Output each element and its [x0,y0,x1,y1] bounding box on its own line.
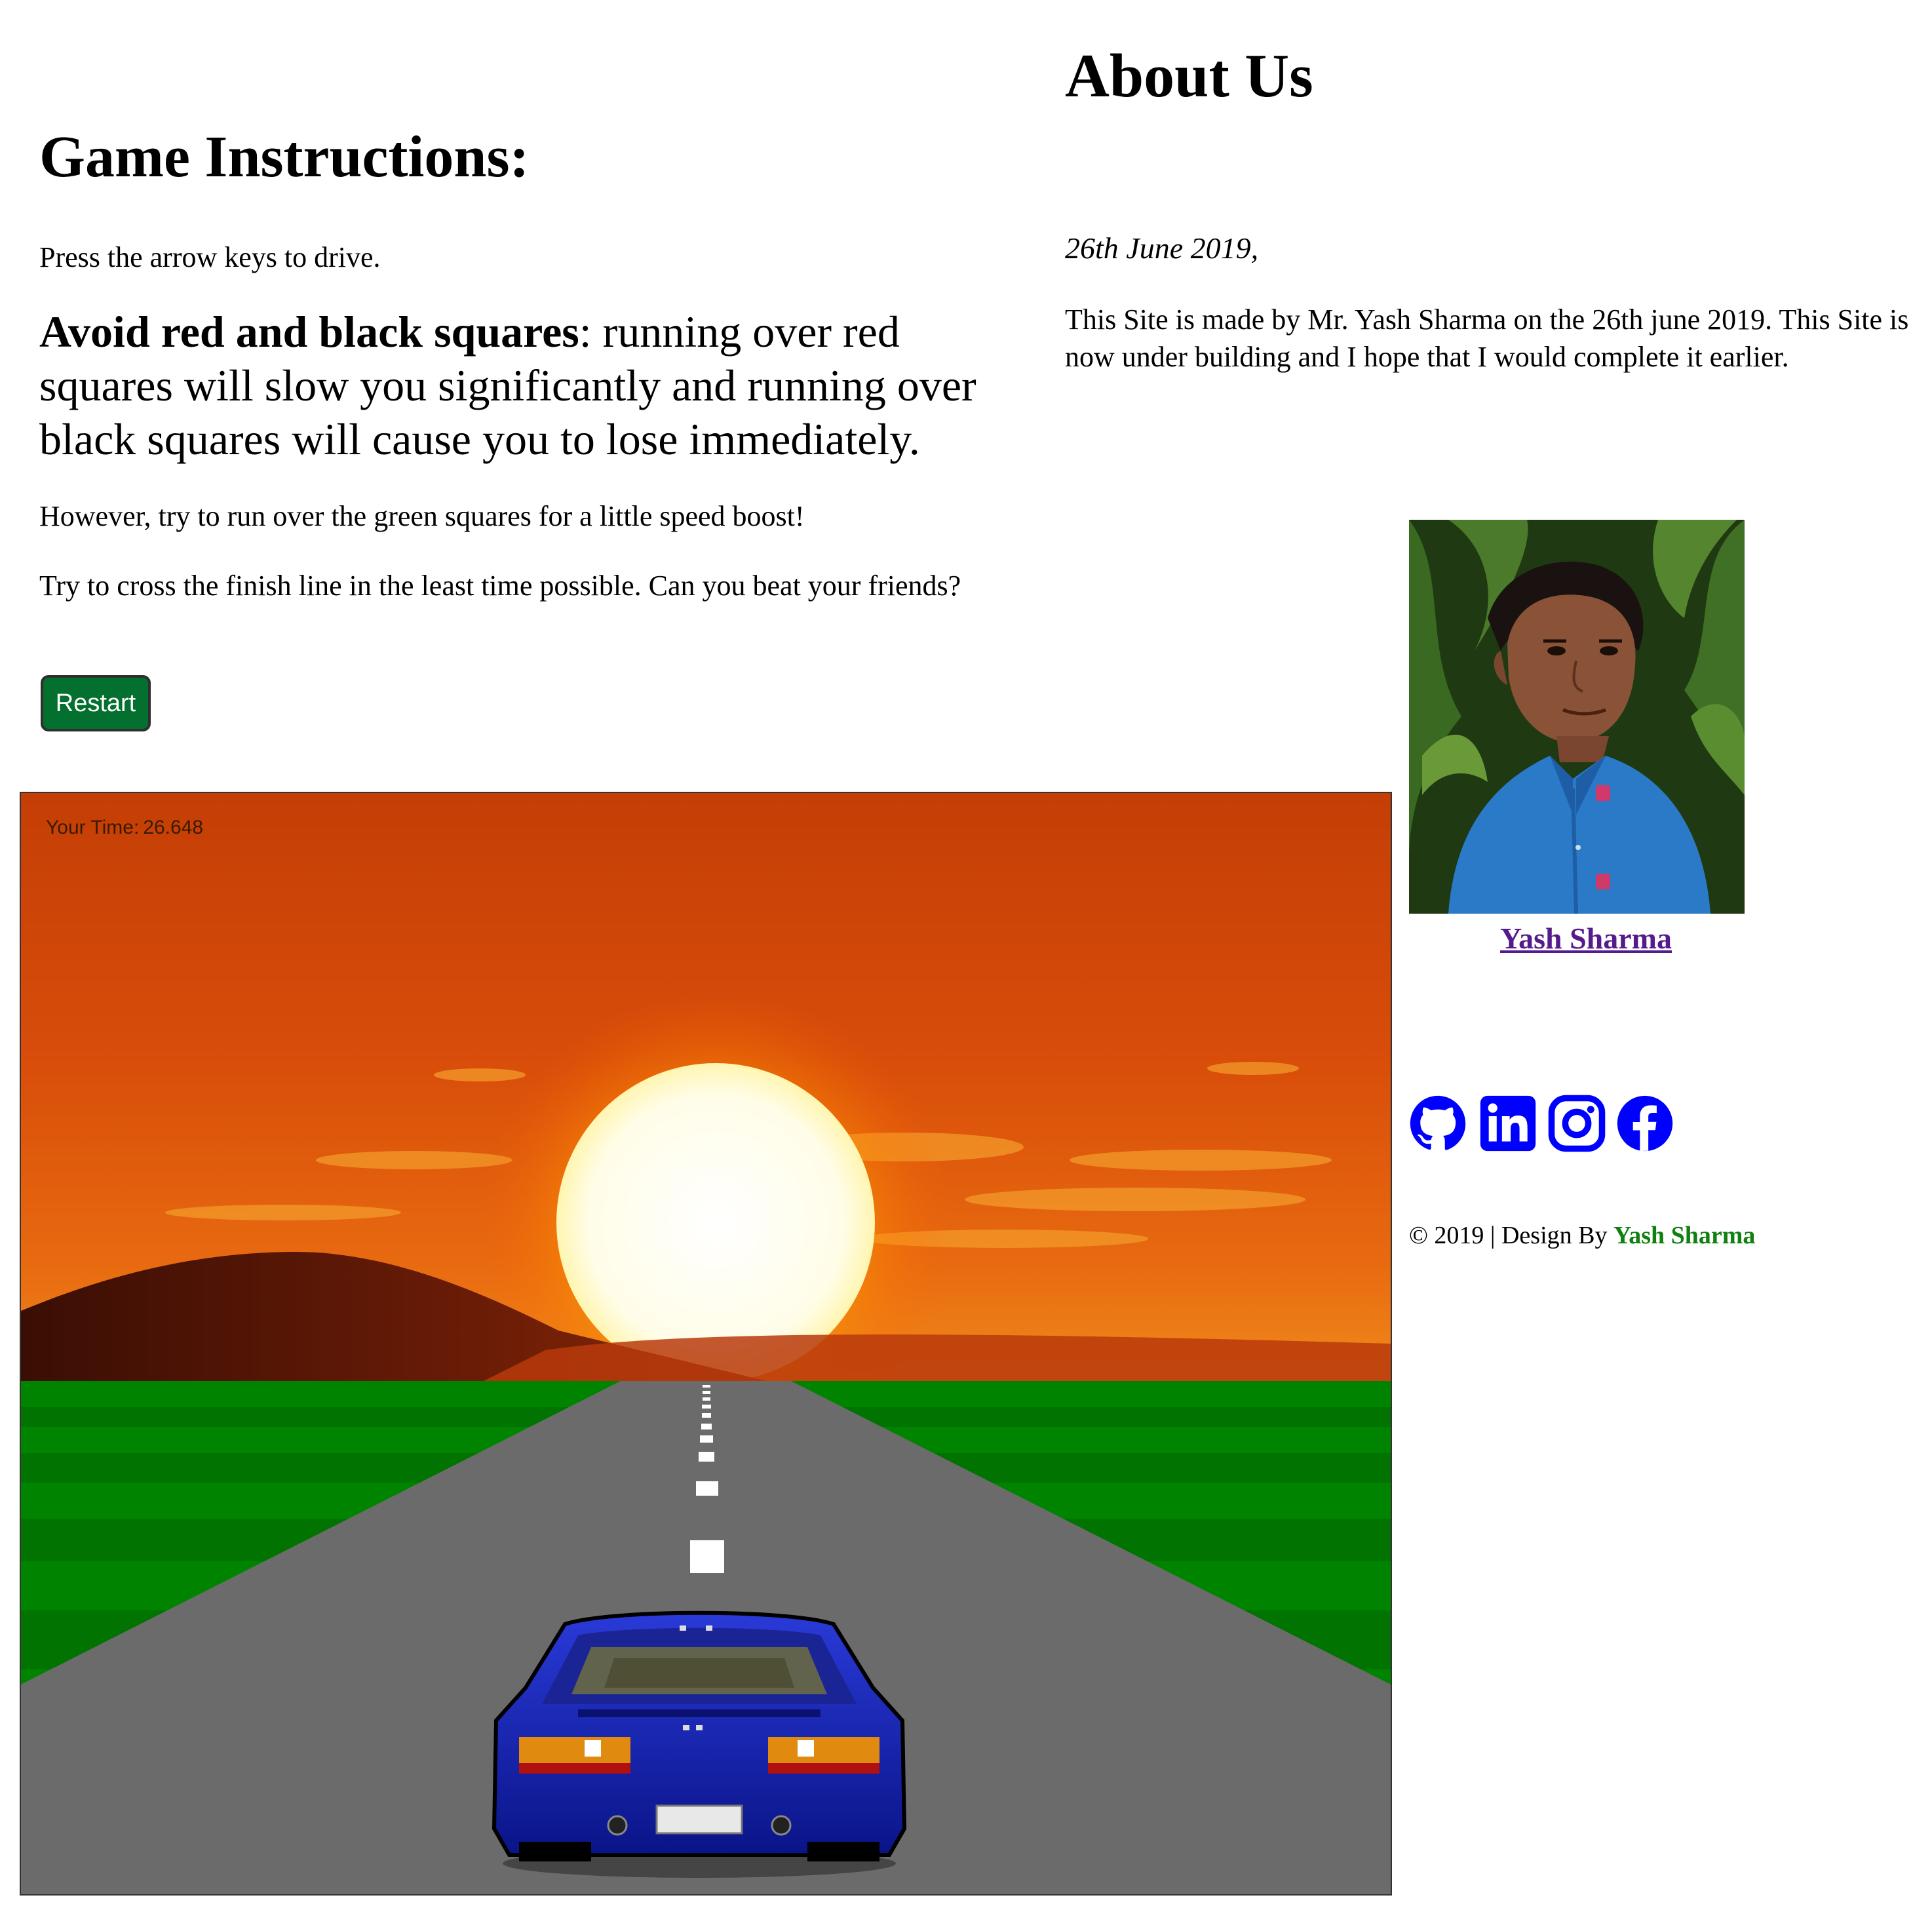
github-icon[interactable] [1409,1095,1467,1152]
footer-author: Yash Sharma [1613,1222,1756,1249]
game-scene [21,793,1391,1894]
player-car [492,1610,907,1878]
timer-display: Your Time: 26.648 [42,817,203,839]
footer-prefix: © 2019 | Design By [1409,1222,1608,1249]
instruction-drive: Press the arrow keys to drive. [39,241,381,273]
instruction-avoid: Avoid red and black squares: running ove… [39,305,1035,466]
instruction-boost: However, try to run over the green squar… [39,500,805,532]
about-description: This Site is made by Mr. Yash Sharma on … [1065,303,1909,373]
profile-name-link[interactable]: Yash Sharma [1409,921,1763,956]
game-instructions-heading: Game Instructions: [39,125,530,189]
instagram-icon[interactable] [1548,1095,1606,1152]
timer-value: 26.648 [143,817,204,838]
instruction-avoid-bold: Avoid red and black squares [39,307,579,357]
profile-photo [1409,520,1745,914]
facebook-icon[interactable] [1616,1095,1674,1152]
linkedin-icon[interactable] [1479,1095,1537,1152]
sun [556,1063,875,1382]
game-canvas[interactable]: Your Time: 26.648 [20,792,1392,1896]
instruction-finish: Try to cross the finish line in the leas… [39,570,961,602]
about-date: 26th June 2019, [1065,231,1259,265]
about-us-heading: About Us [1065,42,1313,110]
timer-label: Your Time: [46,817,140,838]
restart-button[interactable]: Restart [41,675,151,731]
footer: © 2019 | Design By Yash Sharma [1409,1219,1755,1252]
